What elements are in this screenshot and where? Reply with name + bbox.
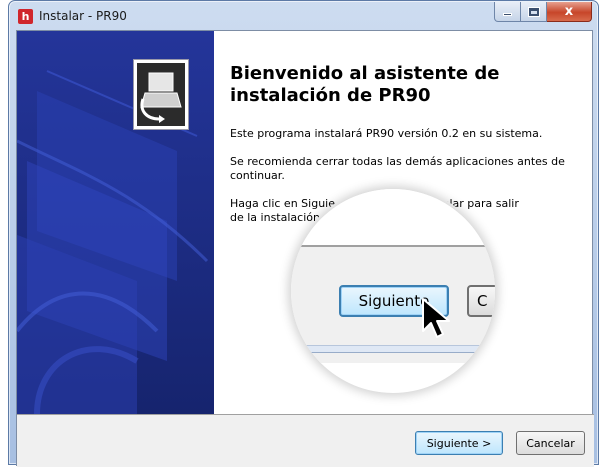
minimize-icon — [503, 13, 512, 16]
next-button[interactable]: Siguiente > — [415, 431, 503, 455]
close-apps-text: Se recomienda cerrar todas las demás apl… — [230, 155, 565, 182]
maximize-icon — [527, 6, 540, 17]
caption-buttons: x — [494, 2, 592, 22]
installer-window: h Instalar - PR90 x Bienvenido al asiste… — [8, 0, 599, 467]
cancel-button[interactable]: Cancelar — [516, 431, 585, 455]
close-button[interactable]: x — [547, 2, 592, 22]
window-title: Instalar - PR90 — [39, 9, 127, 23]
installer-logo — [133, 59, 189, 130]
welcome-heading: Bienvenido al asistente de instalación d… — [230, 63, 500, 106]
app-icon: h — [18, 9, 33, 24]
minimize-button[interactable] — [494, 2, 521, 22]
computer-box-icon — [140, 72, 182, 123]
wizard-footer: Siguiente > Cancelar — [17, 414, 594, 467]
title-bar[interactable]: h Instalar - PR90 x — [9, 1, 598, 30]
intro-text: Este programa instalará PR90 versión 0.2… — [230, 127, 543, 140]
zoomed-cancel-button: C — [467, 285, 495, 317]
zoom-magnifier: Siguiente C — [291, 189, 495, 393]
close-icon: x — [564, 4, 574, 19]
mouse-cursor-icon — [422, 298, 450, 338]
maximize-button[interactable] — [521, 2, 547, 22]
wizard-side-banner — [17, 31, 214, 414]
